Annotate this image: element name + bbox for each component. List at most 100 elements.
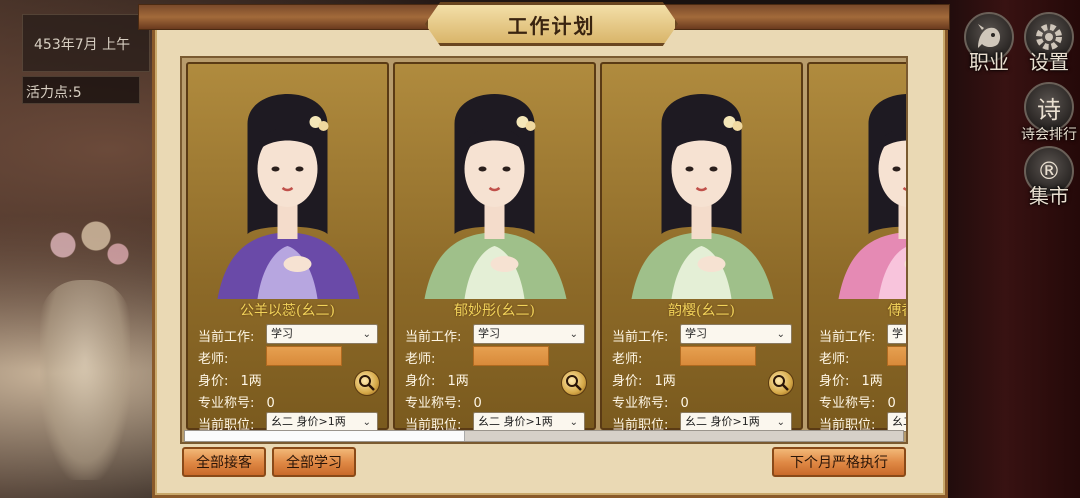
current-work-label: 当前工作: — [612, 330, 669, 345]
price-row: 身价: 1两 — [819, 370, 883, 389]
position-select-value: 幺二 — [892, 415, 906, 428]
position-select[interactable]: 幺二 身价>1两 ⌄ — [680, 412, 792, 432]
poetry-ranking-button[interactable]: 诗 诗会排行 — [1018, 82, 1080, 144]
chevron-down-icon: ⌄ — [362, 417, 371, 428]
price-row: 身价: 1两 — [612, 370, 676, 389]
work-select[interactable]: 学习 ⌄ — [266, 324, 378, 344]
work-select-value: 学习 — [478, 327, 500, 340]
character-name: 公羊以蕊(幺二) — [240, 303, 335, 319]
teacher-row: 老师: — [198, 348, 228, 367]
teacher-slot[interactable] — [473, 346, 549, 366]
horizontal-scrollbar[interactable] — [184, 430, 904, 442]
position-select-value: 幺二 身价>1两 — [478, 415, 553, 428]
current-work-label: 当前工作: — [819, 330, 876, 345]
title-count-row: 专业称号: 0 — [612, 392, 689, 411]
poetry-ranking-label: 诗会排行 — [1021, 127, 1077, 143]
magnifier-icon — [359, 375, 375, 391]
price-value: 1两 — [654, 374, 676, 389]
character-name: 傅香芦 — [887, 303, 907, 319]
work-select[interactable]: 学习 ⌄ — [473, 324, 585, 344]
chevron-down-icon: ⌄ — [362, 329, 371, 340]
execute-next-month-button[interactable]: 下个月严格执行 — [772, 447, 906, 477]
character-card[interactable]: 郁妙彤(幺二) 当前工作: 学习 ⌄ 老师: 身价: 1两 专业称号: 0 当前职… — [393, 62, 596, 433]
title-count-row: 专业称号: 0 — [198, 392, 275, 411]
teacher-label: 老师: — [405, 352, 436, 367]
price-label: 身价: — [198, 374, 229, 389]
title-count-value: 0 — [266, 396, 275, 411]
work-select-value: 学 — [892, 327, 903, 340]
position-select[interactable]: 幺二 身价>1两 ⌄ — [473, 412, 585, 432]
panel-title: 工作计划 — [507, 13, 596, 38]
title-count-label: 专业称号: — [819, 396, 876, 411]
teacher-row: 老师: — [612, 348, 642, 367]
price-label: 身价: — [819, 374, 850, 389]
poetry-ranking-glyph: 诗 — [1037, 95, 1061, 124]
current-work-row: 当前工作: — [198, 326, 254, 345]
price-value: 1两 — [447, 374, 469, 389]
price-row: 身价: 1两 — [405, 370, 469, 389]
profession-button-main[interactable]: 职业 — [958, 12, 1020, 75]
teacher-slot[interactable] — [266, 346, 342, 366]
title-count-label: 专业称号: — [405, 396, 462, 411]
character-portrait — [188, 64, 387, 299]
chevron-down-icon: ⌄ — [569, 417, 578, 428]
character-card[interactable]: 傅香芦 当前工作: 学⌄ 老师: 身价: 1两 专业称号: 0 当前职位: 幺二… — [807, 62, 907, 433]
teacher-row: 老师: — [405, 348, 435, 367]
game-date: 453年7月 上午 — [34, 37, 131, 53]
chevron-down-icon: ⌄ — [569, 329, 578, 340]
market-button[interactable]: ® 集市 — [1018, 146, 1080, 209]
cards-row: 公羊以蕊(幺二) 当前工作: 学习 ⌄ 老师: 身价: 1两 专业称号: 0 当前… — [186, 62, 907, 433]
title-plate: 工作计划 — [425, 2, 678, 46]
inspect-button[interactable] — [768, 370, 794, 396]
title-count-value: 0 — [887, 396, 896, 411]
scrollbar-thumb[interactable] — [185, 431, 466, 441]
teacher-row: 老师: — [819, 348, 849, 367]
character-portrait — [395, 64, 594, 299]
character-card[interactable]: 公羊以蕊(幺二) 当前工作: 学习 ⌄ 老师: 身价: 1两 专业称号: 0 当前… — [186, 62, 389, 433]
inspect-button[interactable] — [561, 370, 587, 396]
character-portrait — [602, 64, 801, 299]
chevron-down-icon: ⌄ — [776, 417, 785, 428]
profession-label: 职业 — [969, 50, 1009, 74]
position-select-value: 幺二 身价>1两 — [271, 415, 346, 428]
teacher-label: 老师: — [819, 352, 850, 367]
price-label: 身价: — [612, 374, 643, 389]
teacher-slot[interactable] — [887, 346, 906, 366]
title-count-value: 0 — [473, 396, 482, 411]
cards-viewport[interactable]: 公羊以蕊(幺二) 当前工作: 学习 ⌄ 老师: 身价: 1两 专业称号: 0 当前… — [180, 56, 908, 444]
title-count-label: 专业称号: — [612, 396, 669, 411]
work-select[interactable]: 学习 ⌄ — [680, 324, 792, 344]
current-work-label: 当前工作: — [405, 330, 462, 345]
current-work-label: 当前工作: — [198, 330, 255, 345]
all-study-button[interactable]: 全部学习 — [272, 447, 356, 477]
title-count-row: 专业称号: 0 — [405, 392, 482, 411]
work-select[interactable]: 学⌄ — [887, 324, 906, 344]
position-select[interactable]: 幺二 身价>1两 ⌄ — [266, 412, 378, 432]
background-vase — [40, 280, 130, 480]
character-name: 韵樱(幺二) — [668, 303, 735, 319]
title-count-label: 专业称号: — [198, 396, 255, 411]
position-select[interactable]: 幺二⌄ — [887, 412, 906, 432]
settings-button[interactable]: 设置 — [1018, 12, 1080, 75]
title-count-row: 专业称号: 0 — [819, 392, 896, 411]
price-label: 身价: — [405, 374, 436, 389]
settings-label: 设置 — [1029, 50, 1069, 74]
inspect-button[interactable] — [354, 370, 380, 396]
character-name: 郁妙彤(幺二) — [454, 303, 535, 319]
magnifier-icon — [566, 375, 582, 391]
teacher-label: 老师: — [612, 352, 643, 367]
position-select-value: 幺二 身价>1两 — [685, 415, 760, 428]
current-work-row: 当前工作: — [612, 326, 668, 345]
all-receive-button[interactable]: 全部接客 — [182, 447, 266, 477]
magnifier-icon — [773, 375, 789, 391]
teacher-slot[interactable] — [680, 346, 756, 366]
chevron-down-icon: ⌄ — [776, 329, 785, 340]
character-portrait — [809, 64, 906, 299]
price-row: 身价: 1两 — [198, 370, 262, 389]
price-value: 1两 — [240, 374, 262, 389]
character-card[interactable]: 韵樱(幺二) 当前工作: 学习 ⌄ 老师: 身价: 1两 专业称号: 0 当前职位… — [600, 62, 803, 433]
price-value: 1两 — [861, 374, 883, 389]
title-count-value: 0 — [680, 396, 689, 411]
current-work-row: 当前工作: — [819, 326, 875, 345]
work-select-value: 学习 — [271, 327, 293, 340]
